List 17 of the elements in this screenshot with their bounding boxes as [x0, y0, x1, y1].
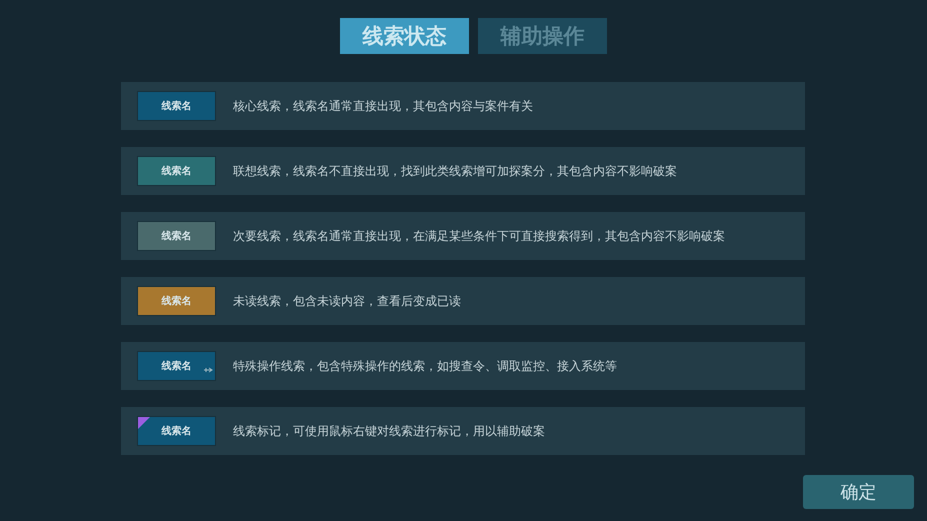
description: 联想线索，线索名不直接出现，找到此类线索增可加探案分，其包含内容不影响破案	[233, 162, 677, 180]
description: 核心线索，线索名通常直接出现，其包含内容与案件有关	[233, 98, 533, 114]
tag-label: 线索名	[162, 360, 192, 373]
link-icon	[203, 366, 213, 374]
tab[interactable]: 线索状态	[340, 18, 469, 54]
tag-label: 线索名	[162, 230, 192, 243]
tag-label: 线索名	[162, 424, 192, 438]
tag-label: 线索名	[162, 100, 192, 113]
description: 线索标记，可使用鼠标右键对线索进行标记，用以辅助破案	[233, 422, 545, 440]
corner-mark-icon	[138, 417, 150, 429]
tab[interactable]: 辅助操作	[478, 18, 607, 54]
tag-label: 线索名	[162, 164, 192, 178]
confirm-button[interactable]: 确定	[803, 475, 914, 509]
description: 特殊操作线索，包含特殊操作的线索，如搜查令、调取监控、接入系统等	[233, 358, 617, 374]
description: 次要线索，线索名通常直接出现，在满足某些条件下可直接搜索得到，其包含内容不影响破案	[233, 228, 725, 244]
tag-label: 线索名	[162, 294, 192, 308]
description: 未读线索，包含未读内容，查看后变成已读	[233, 292, 461, 310]
